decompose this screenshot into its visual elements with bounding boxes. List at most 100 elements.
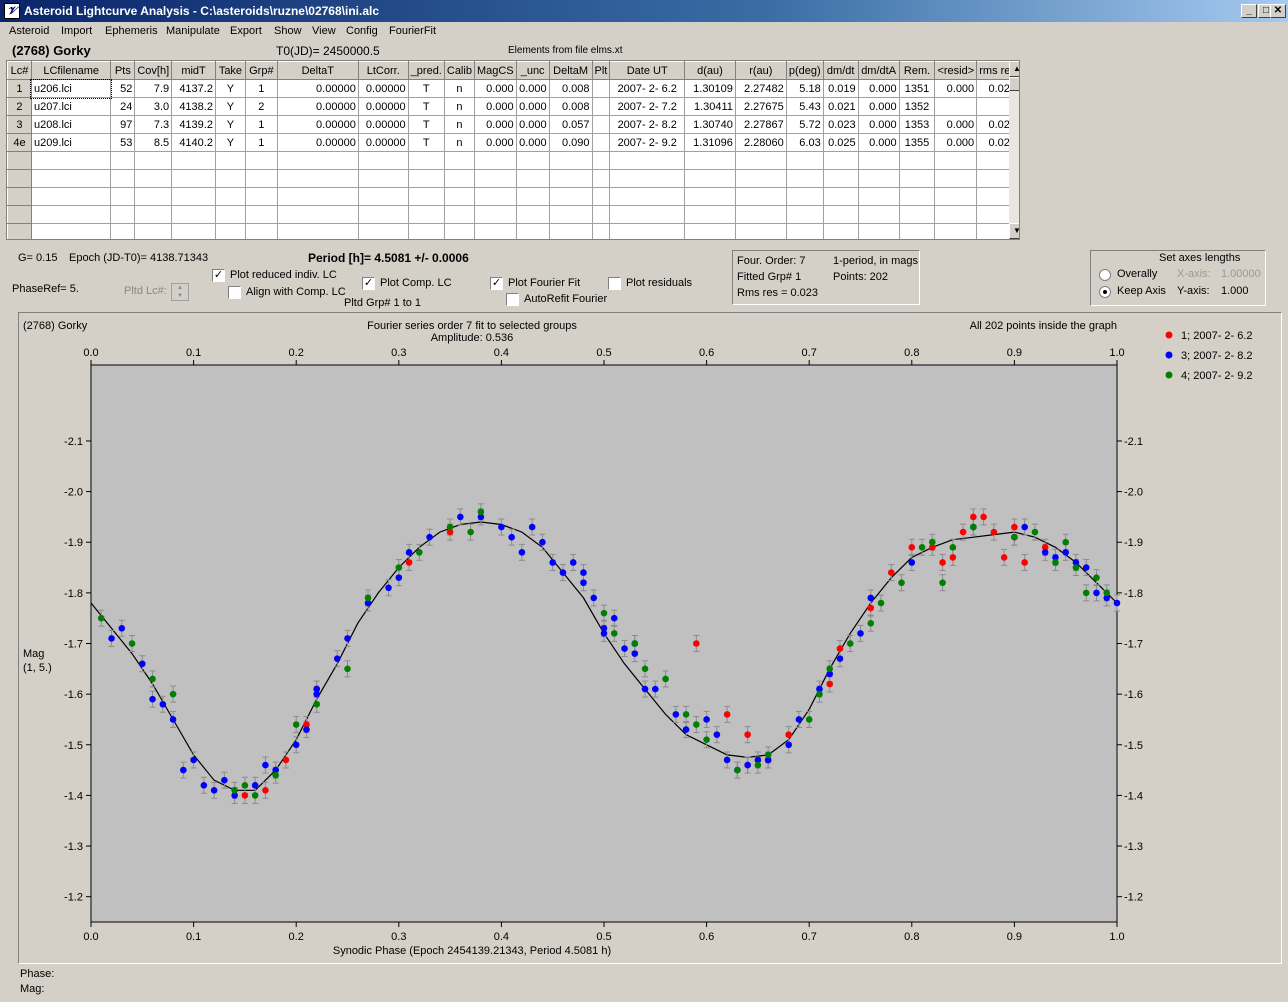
table-cell[interactable] [898, 187, 936, 206]
scroll-up-icon[interactable]: ▲ [1009, 61, 1019, 77]
table-cell[interactable]: n [443, 97, 475, 116]
grid-col-header[interactable]: Lc# [7, 61, 32, 80]
menu-manipulate[interactable]: Manipulate [166, 25, 220, 37]
table-cell[interactable]: Y [214, 115, 246, 134]
lightcurve-grid[interactable]: Lc# LCfilename Pts Cov[h] midT Take Grp# DeltaT… [6, 60, 1020, 240]
grid-col-header[interactable]: Grp# [244, 61, 278, 80]
table-cell[interactable] [609, 205, 686, 224]
table-cell[interactable] [684, 169, 736, 188]
table-row[interactable]: 2 u207.lci 24 3.0 4138.2 Y 2 0.00000 0.00000 Tn 0.… [7, 97, 1019, 116]
table-cell[interactable] [244, 205, 278, 224]
grid-col-header[interactable]: LCfilename [30, 61, 112, 80]
table-cell[interactable] [734, 223, 787, 239]
grid-scrollbar[interactable]: ▲ ▼ [1009, 61, 1019, 239]
table-cell[interactable] [134, 169, 173, 188]
table-cell[interactable] [407, 223, 445, 239]
table-cell[interactable]: T [407, 97, 445, 116]
menu-fourierfit[interactable]: FourierFit [389, 25, 436, 37]
table-cell[interactable]: 0.000 [473, 115, 517, 134]
table-cell[interactable] [214, 151, 246, 170]
grid-col-header[interactable]: LtCorr. [357, 61, 409, 80]
table-row[interactable]: 3 u208.lci 97 7.3 4139.2 Y 1 0.00000 0.00000 Tn 0.… [7, 115, 1019, 134]
app-icon[interactable]: 𝒱 [4, 3, 20, 19]
grid-col-header[interactable]: Pts [110, 61, 136, 80]
table-cell[interactable] [134, 151, 173, 170]
table-row[interactable]: 4e u209.lci 53 8.5 4140.2 Y 1 0.00000 0.00000 Tn 0… [7, 133, 1019, 152]
table-cell[interactable] [785, 151, 824, 170]
table-cell[interactable] [515, 223, 550, 239]
table-row[interactable] [7, 187, 1019, 206]
lightcurve-chart[interactable]: 0.0 0.0 0.1 0.1 0.2 0.2 0.3 0.3 0.4 0.4 0.5 0.5 0.6 0… [19, 313, 1281, 963]
table-cell[interactable] [934, 205, 978, 224]
table-cell[interactable]: 0.019 [822, 79, 859, 98]
table-cell[interactable] [357, 151, 409, 170]
table-cell[interactable] [110, 169, 136, 188]
table-cell[interactable]: 1.30740 [684, 115, 736, 134]
table-cell[interactable] [898, 169, 936, 188]
table-cell[interactable]: 0.000 [934, 115, 978, 134]
table-cell[interactable] [591, 223, 611, 239]
table-cell[interactable] [515, 151, 550, 170]
table-cell[interactable] [30, 169, 112, 188]
grid-col-header[interactable]: _unc [515, 61, 550, 80]
table-cell[interactable] [244, 169, 278, 188]
table-cell[interactable]: 0.00000 [276, 79, 359, 98]
table-cell[interactable]: 97 [110, 115, 136, 134]
table-cell[interactable] [857, 223, 900, 239]
table-cell[interactable] [171, 187, 216, 206]
table-cell[interactable] [822, 187, 859, 206]
table-cell[interactable] [443, 223, 475, 239]
plot-fourier-checkbox[interactable]: ✓ [490, 277, 503, 290]
plot-comp-checkbox[interactable]: ✓ [362, 277, 375, 290]
table-cell[interactable] [591, 205, 611, 224]
table-cell[interactable]: 1 [244, 133, 278, 152]
grid-col-header[interactable]: Cov[h] [134, 61, 173, 80]
table-cell[interactable]: 0.025 [822, 133, 859, 152]
menu-view[interactable]: View [312, 25, 336, 37]
table-row[interactable] [7, 205, 1019, 224]
table-cell[interactable]: 1.30411 [684, 97, 736, 116]
table-cell[interactable]: 0.000 [473, 97, 517, 116]
grid-col-header[interactable]: r(au) [734, 61, 787, 80]
autorefit-checkbox[interactable] [506, 293, 519, 306]
table-cell[interactable] [609, 169, 686, 188]
spin-down-icon[interactable]: ▼ [172, 292, 188, 300]
table-cell[interactable]: 0.008 [548, 79, 593, 98]
table-cell[interactable]: u206.lci [30, 78, 112, 99]
row-header[interactable]: 3 [7, 115, 32, 134]
table-cell[interactable] [276, 223, 359, 239]
table-cell[interactable] [244, 151, 278, 170]
table-cell[interactable] [134, 223, 173, 239]
table-cell[interactable] [591, 187, 611, 206]
table-cell[interactable] [548, 169, 593, 188]
table-cell[interactable] [857, 187, 900, 206]
table-cell[interactable]: Y [214, 79, 246, 98]
align-checkbox[interactable] [228, 286, 241, 299]
table-cell[interactable]: 4139.2 [171, 115, 216, 134]
plot-reduced-checkbox[interactable]: ✓ [212, 269, 225, 282]
row-header[interactable]: 1 [7, 79, 32, 98]
table-cell[interactable] [898, 151, 936, 170]
table-cell[interactable]: 2.27675 [734, 97, 787, 116]
table-cell[interactable] [244, 187, 278, 206]
table-cell[interactable]: 2007- 2- 8.2 [609, 115, 686, 134]
table-cell[interactable] [591, 169, 611, 188]
table-cell[interactable] [357, 169, 409, 188]
table-cell[interactable] [407, 151, 445, 170]
table-row[interactable] [7, 169, 1019, 188]
scroll-thumb[interactable] [1009, 77, 1019, 91]
table-cell[interactable]: 0.000 [934, 133, 978, 152]
table-cell[interactable] [443, 205, 475, 224]
lightcurve-plot-panel[interactable]: 0.0 0.0 0.1 0.1 0.2 0.2 0.3 0.3 0.4 0.4 0.5 0.5 0.6 0… [18, 312, 1282, 964]
grid-col-header[interactable]: MagCS [473, 61, 517, 80]
table-cell[interactable]: T [407, 133, 445, 152]
table-cell[interactable] [30, 151, 112, 170]
table-cell[interactable] [171, 151, 216, 170]
table-cell[interactable]: 2007- 2- 9.2 [609, 133, 686, 152]
grid-col-header[interactable]: midT [171, 61, 216, 80]
table-cell[interactable] [684, 223, 736, 239]
table-cell[interactable]: 5.43 [785, 97, 824, 116]
table-cell[interactable]: 8.5 [134, 133, 173, 152]
table-cell[interactable]: 0.023 [822, 115, 859, 134]
table-cell[interactable] [684, 151, 736, 170]
